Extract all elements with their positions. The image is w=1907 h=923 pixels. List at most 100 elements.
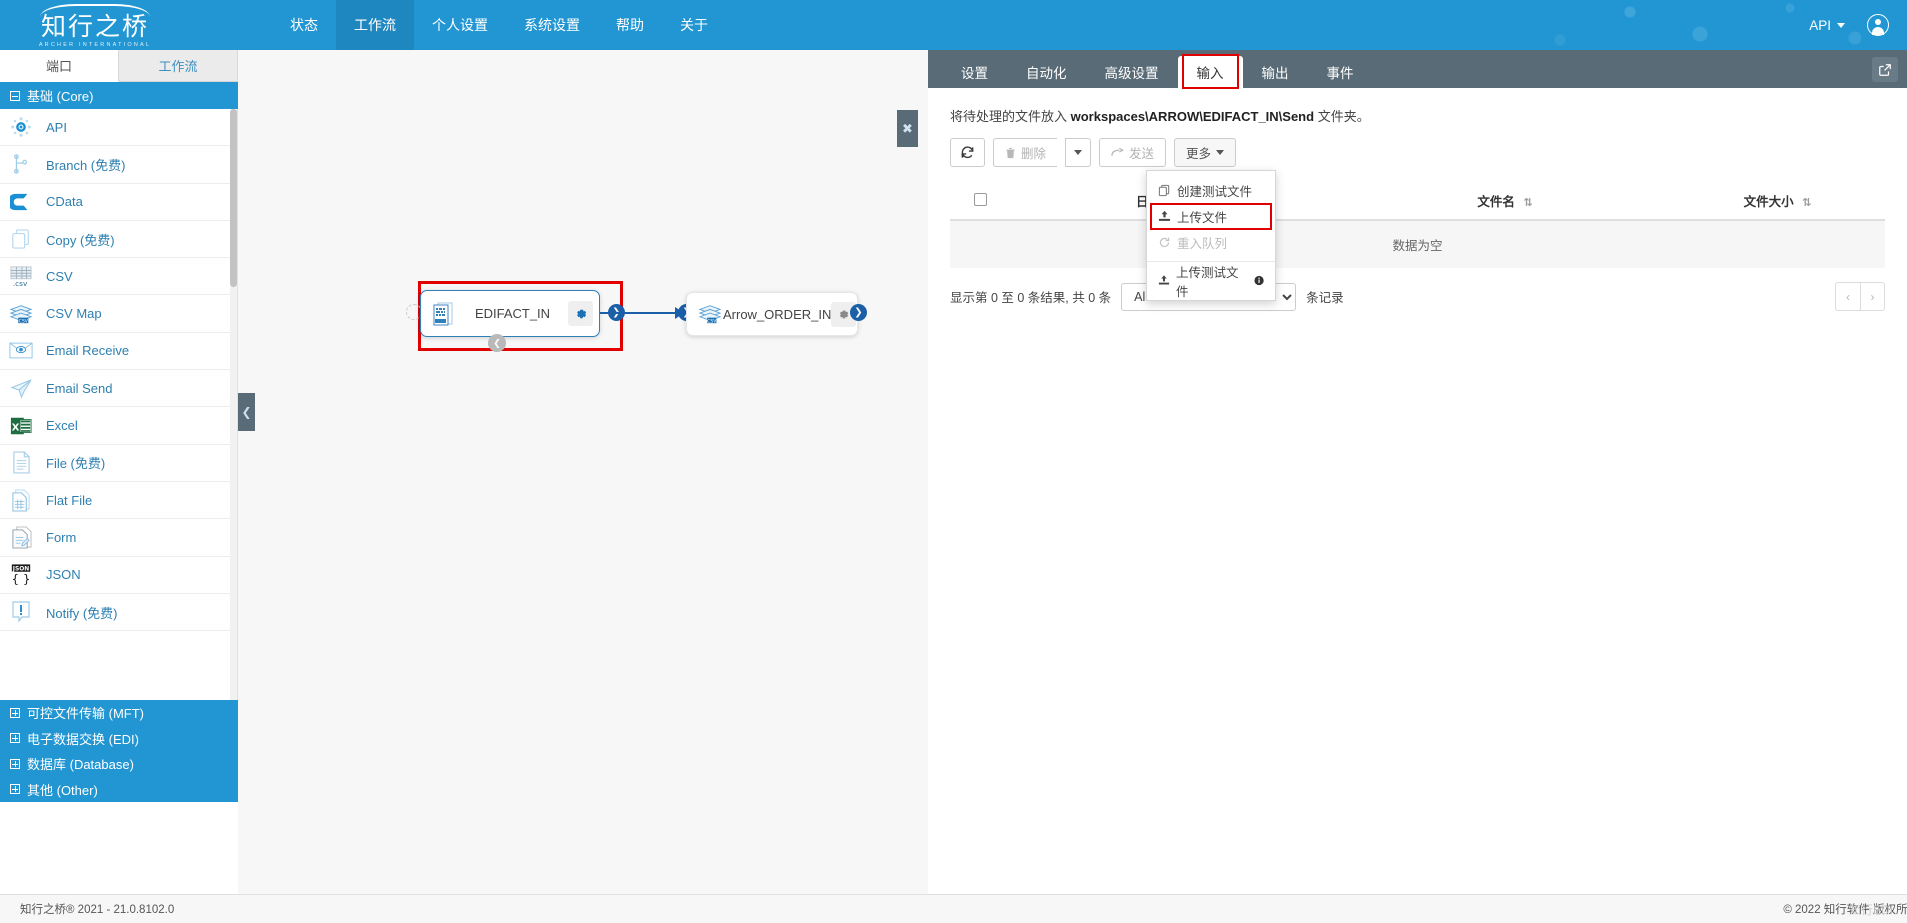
sidebar-port-item[interactable]: Email Send bbox=[0, 370, 237, 408]
tab-events[interactable]: 事件 bbox=[1308, 56, 1373, 88]
workflow-node-arrow-order-in[interactable]: CSV Arrow_ORDER_IN bbox=[686, 292, 858, 336]
panel-tabbar: ✖ 设置 自动化 高级设置 输入 输出 事件 bbox=[897, 50, 1907, 147]
upload-icon bbox=[1158, 275, 1170, 285]
api-dropdown[interactable]: API bbox=[1809, 18, 1845, 33]
sidebar-port-item[interactable]: Copy (免费) bbox=[0, 220, 237, 259]
sort-icon: ⇅ bbox=[1523, 197, 1533, 209]
sidebar-port-item[interactable]: Form bbox=[0, 519, 237, 557]
sidebar-scroll-thumb[interactable] bbox=[230, 109, 237, 287]
sidebar-port-item[interactable]: Flat File bbox=[0, 481, 237, 520]
hint-suffix: 文件夹。 bbox=[1314, 109, 1370, 124]
hint-path: workspaces\ARROW\EDIFACT_IN\Send bbox=[1070, 109, 1315, 124]
tab-output[interactable]: 输出 bbox=[1243, 56, 1308, 88]
header-filesize[interactable]: 文件大小 ⇅ bbox=[1670, 183, 1885, 221]
more-button[interactable]: 更多 bbox=[1174, 138, 1237, 167]
tab-automation[interactable]: 自动化 bbox=[1007, 56, 1086, 88]
sidebar-port-label: Email Receive bbox=[46, 343, 130, 359]
sidebar-tab-ports[interactable]: 端口 bbox=[0, 50, 119, 82]
sidebar-port-item[interactable]: CData bbox=[0, 183, 237, 221]
delete-dropdown-button[interactable] bbox=[1065, 138, 1092, 167]
select-all-header[interactable] bbox=[950, 183, 1010, 221]
tab-settings[interactable]: 设置 bbox=[942, 56, 1007, 88]
menu-item-upload-test-file-label: 上传测试文件 bbox=[1175, 265, 1239, 299]
pagination-controls: ‹ › bbox=[1835, 282, 1885, 311]
workflow-canvas[interactable]: ❮ EDIFACT_IN ❮ CSV Arrow_ORDER_IN ❯ bbox=[238, 50, 928, 894]
menu-item-upload-file[interactable]: 上传文件 bbox=[1150, 203, 1272, 230]
hint-prefix: 将待处理的文件放入 bbox=[950, 109, 1071, 124]
sidebar-port-item[interactable]: .csv CSV bbox=[0, 258, 237, 296]
expand-plus-icon bbox=[10, 733, 20, 744]
refresh-button[interactable] bbox=[950, 138, 985, 167]
collapse-sidebar-button[interactable]: ❮ bbox=[238, 393, 255, 431]
node-output-connector-arrow[interactable]: ❯ bbox=[850, 304, 867, 321]
sidebar-group-core[interactable]: 基础 (Core) bbox=[0, 82, 238, 109]
nav-item-system-settings[interactable]: 系统设置 bbox=[506, 0, 598, 50]
sidebar-group-edi[interactable]: 电子数据交换 (EDI) bbox=[0, 725, 238, 751]
next-page-button[interactable]: › bbox=[1860, 282, 1885, 311]
menu-item-requeue-label: 重入队列 bbox=[1177, 237, 1228, 251]
node-settings-gear-icon[interactable] bbox=[568, 301, 593, 326]
sidebar-port-label: Copy (免费) bbox=[46, 232, 115, 248]
user-avatar-icon[interactable] bbox=[1867, 14, 1889, 36]
nav-item-personal-settings[interactable]: 个人设置 bbox=[414, 0, 506, 50]
sidebar-groups-bottom: 可控文件传输 (MFT) 电子数据交换 (EDI) 数据库 (Database)… bbox=[0, 700, 238, 802]
menu-item-create-test-file[interactable]: 创建测试文件 bbox=[1147, 178, 1275, 203]
panel-body: 将待处理的文件放入 workspaces\ARROW\EDIFACT_IN\Se… bbox=[928, 88, 1907, 311]
sidebar-port-item[interactable]: JSON{ } JSON bbox=[0, 556, 237, 594]
close-panel-button[interactable]: ✖ bbox=[897, 110, 918, 147]
logo-subtitle: ARCHER INTERNATIONAL bbox=[38, 42, 152, 48]
menu-item-upload-test-file[interactable]: 上传测试文件 bbox=[1147, 266, 1275, 299]
sidebar-tab-workflows[interactable]: 工作流 bbox=[119, 50, 238, 81]
header-filename[interactable]: 文件名 ⇅ bbox=[1340, 183, 1670, 221]
flat-file-icon bbox=[9, 488, 33, 512]
tab-input[interactable]: 输入 bbox=[1177, 54, 1243, 89]
sidebar-scrollbar[interactable] bbox=[230, 109, 237, 700]
nav-item-help[interactable]: 帮助 bbox=[598, 0, 662, 50]
sidebar-group-other[interactable]: 其他 (Other) bbox=[0, 776, 238, 802]
footer-watermark: 知行EDI bbox=[1848, 902, 1893, 917]
copy-file-icon bbox=[1158, 184, 1170, 197]
prev-page-button[interactable]: ‹ bbox=[1835, 282, 1860, 311]
nav-item-status[interactable]: 状态 bbox=[272, 0, 336, 50]
workflow-node-edifact-in[interactable]: EDIFACT_IN bbox=[420, 290, 600, 337]
sidebar-port-item[interactable]: API bbox=[0, 109, 237, 147]
sidebar-port-label: File (免费) bbox=[46, 456, 106, 472]
header-filename-label: 文件名 bbox=[1477, 195, 1515, 209]
sidebar-version-text: 知行之桥® 2021 - 21.0.8102.0 bbox=[20, 904, 175, 916]
copy-icon bbox=[9, 227, 33, 251]
sidebar-port-label: CData bbox=[46, 194, 83, 210]
delete-button[interactable]: 删除 bbox=[993, 138, 1058, 167]
app-logo[interactable]: 知行之桥 ARCHER INTERNATIONAL bbox=[0, 0, 190, 50]
sidebar-port-item[interactable]: CSV CSV Map bbox=[0, 295, 237, 333]
menu-item-requeue: 重入队列 bbox=[1147, 230, 1275, 255]
csv-map-icon: CSV bbox=[697, 301, 723, 327]
sidebar-port-label: CSV Map bbox=[46, 306, 102, 322]
port-detail-panel: ✖ 设置 自动化 高级设置 输入 输出 事件 将待处理的文件放入 workspa… bbox=[897, 50, 1907, 894]
sidebar-group-database[interactable]: 数据库 (Database) bbox=[0, 751, 238, 777]
pagination-summary: 显示第 0 至 0 条结果, 共 0 条 bbox=[950, 291, 1112, 305]
sidebar-group-mft[interactable]: 可控文件传输 (MFT) bbox=[0, 700, 238, 726]
send-button[interactable]: 发送 bbox=[1099, 138, 1167, 167]
sidebar-port-label: Notify (免费) bbox=[46, 605, 118, 621]
sidebar-port-item[interactable]: X Excel bbox=[0, 407, 237, 445]
sidebar-tabs: 端口 工作流 bbox=[0, 50, 238, 82]
top-navbar: 知行之桥 ARCHER INTERNATIONAL 状态 工作流 个人设置 系统… bbox=[0, 0, 1907, 50]
expand-panel-icon[interactable] bbox=[1872, 57, 1898, 82]
select-all-checkbox[interactable] bbox=[973, 192, 987, 206]
expand-plus-icon bbox=[10, 707, 20, 718]
sidebar-port-list[interactable]: API Branch (免费) CData Copy (免费) .csv CSV CSV CS… bbox=[0, 109, 238, 700]
top-nav-right: API bbox=[1809, 0, 1907, 50]
nav-item-about[interactable]: 关于 bbox=[662, 0, 726, 50]
sidebar-port-item[interactable]: Branch (免费) bbox=[0, 146, 237, 184]
sidebar-port-label: JSON bbox=[46, 567, 81, 583]
sidebar-port-item[interactable]: Email Receive bbox=[0, 332, 237, 371]
tab-advanced[interactable]: 高级设置 bbox=[1086, 56, 1178, 88]
menu-item-create-test-file-label: 创建测试文件 bbox=[1177, 185, 1253, 199]
svg-text:{ }: { } bbox=[12, 572, 31, 586]
sidebar-port-item[interactable]: File (免费) bbox=[0, 444, 237, 482]
requeue-icon bbox=[1159, 237, 1170, 248]
node-expand-handle[interactable]: ❮ bbox=[488, 334, 506, 352]
input-folder-hint: 将待处理的文件放入 workspaces\ARROW\EDIFACT_IN\Se… bbox=[950, 106, 1885, 125]
nav-item-workflow[interactable]: 工作流 bbox=[336, 0, 414, 50]
sidebar-port-item[interactable]: Notify (免费) bbox=[0, 593, 237, 632]
